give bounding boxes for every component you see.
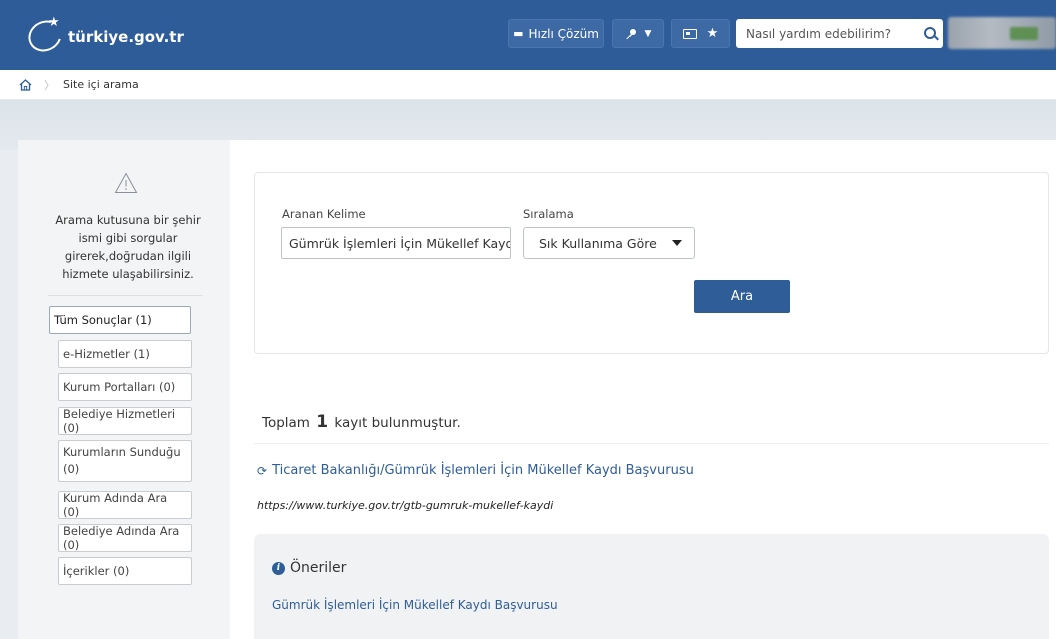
user-menu[interactable] — [948, 17, 1056, 49]
key-icon — [625, 28, 636, 39]
sort-select[interactable]: Sık Kullanıma Göre — [523, 227, 695, 259]
suggestions-heading: i Öneriler — [272, 560, 346, 576]
keyword-label: Aranan Kelime — [282, 207, 366, 221]
keyword-input[interactable] — [281, 227, 511, 259]
total-suffix: kayıt bulunmuştur. — [334, 415, 461, 431]
star-icon: ★ — [706, 26, 719, 41]
breadcrumb-current: Site içi arama — [63, 78, 139, 91]
search-icon[interactable] — [919, 19, 943, 48]
total-count: 1 — [316, 412, 329, 432]
home-icon[interactable] — [19, 78, 32, 91]
result-item-link[interactable]: ⟳ Ticaret Bakanlığı/Gümrük İşlemleri İçi… — [257, 463, 694, 478]
filter-kurum-adinda-ara[interactable]: Kurum Adında Ara (0) — [58, 491, 192, 519]
filter-kurumlarin-sundugu[interactable]: Kurumların Sunduğu (0) — [58, 440, 192, 482]
filter-belediye-adinda-ara[interactable]: Belediye Adında Ara (0) — [58, 524, 192, 552]
info-icon: i — [272, 561, 285, 575]
result-title: Ticaret Bakanlığı/Gümrük İşlemleri İçin … — [272, 463, 694, 478]
main-content: Aranan Kelime Sıralama Sık Kullanıma Gör… — [230, 140, 1056, 639]
refresh-icon: ⟳ — [257, 463, 268, 478]
sidebar-hint: Arama kutusuna bir şehir ismi gibi sorgu… — [55, 213, 201, 281]
hizli-cozum-label: Hızlı Çözüm — [528, 26, 599, 41]
filter-tum-sonuclar[interactable]: Tüm Sonuçlar (1) — [49, 306, 191, 334]
logo-emblem-icon: ★ — [22, 14, 68, 58]
suggestions-title: Öneriler — [290, 560, 347, 576]
header-bar: ★ türkiye.gov.tr ▬ Hızlı Çözüm ▼ ★ — [0, 0, 1056, 70]
breadcrumb: 〉 Site içi arama — [0, 70, 1056, 100]
header-search — [736, 19, 943, 48]
hizli-cozum-button[interactable]: ▬ Hızlı Çözüm — [508, 19, 604, 48]
sort-label: Sıralama — [523, 207, 574, 221]
user-badge — [1010, 27, 1038, 40]
result-divider — [254, 443, 1049, 444]
breadcrumb-separator-icon: 〉 — [44, 78, 55, 92]
header-search-input[interactable] — [736, 19, 919, 48]
caret-down-icon — [672, 240, 682, 246]
result-url: https://www.turkiye.gov.tr/gtb-gumruk-mu… — [257, 499, 554, 512]
search-form: Aranan Kelime Sıralama Sık Kullanıma Gör… — [254, 172, 1049, 354]
result-count: Toplam 1 kayıt bulunmuştur. — [262, 412, 461, 432]
chat-icon: ▬ — [513, 27, 524, 40]
site-logo[interactable]: ★ türkiye.gov.tr — [22, 14, 206, 58]
filter-kurum-portallari[interactable]: Kurum Portalları (0) — [58, 373, 192, 401]
total-prefix: Toplam — [262, 415, 310, 431]
search-button[interactable]: Ara — [694, 280, 790, 313]
chevron-down-icon: ▼ — [644, 28, 652, 39]
id-card-icon — [682, 28, 697, 39]
filter-e-hizmetler[interactable]: e-Hizmetler (1) — [58, 340, 192, 368]
card-favorites-button[interactable]: ★ — [671, 19, 730, 48]
suggestion-link[interactable]: Gümrük İşlemleri İçin Mükellef Kaydı Baş… — [272, 598, 558, 612]
filter-belediye-hizmetleri[interactable]: Belediye Hizmetleri (0) — [58, 407, 192, 435]
logo-text: türkiye.gov.tr — [68, 28, 184, 46]
filter-icerikler[interactable]: İçerikler (0) — [58, 557, 192, 585]
suggestions-panel: i Öneriler Gümrük İşlemleri İçin Mükelle… — [254, 534, 1049, 639]
warning-icon — [114, 172, 138, 194]
sort-selected-value: Sık Kullanıma Göre — [539, 235, 657, 251]
login-key-button[interactable]: ▼ — [612, 19, 664, 48]
sidebar-divider — [48, 295, 203, 296]
filter-sidebar: Arama kutusuna bir şehir ismi gibi sorgu… — [18, 140, 230, 639]
